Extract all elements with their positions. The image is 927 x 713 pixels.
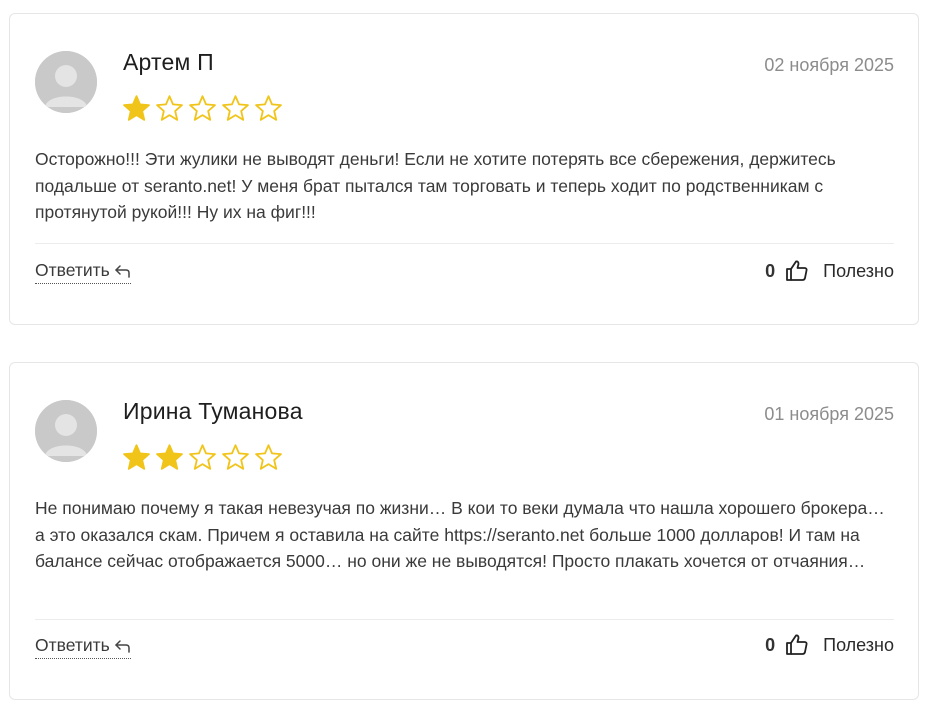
reply-button[interactable]: Ответить xyxy=(35,260,131,284)
avatar xyxy=(35,51,97,113)
divider xyxy=(35,243,894,244)
thumbs-up-icon[interactable] xyxy=(785,259,809,283)
thumbs-up-icon[interactable] xyxy=(785,633,809,657)
review-author-name: Ирина Туманова xyxy=(123,398,303,424)
star-rating xyxy=(122,94,283,123)
reply-label: Ответить xyxy=(35,635,110,655)
helpful-count: 0 xyxy=(765,634,776,655)
helpful-section: 0 Полезно xyxy=(765,259,894,283)
star-empty-icon xyxy=(189,95,216,121)
review-date: 01 ноября 2025 xyxy=(764,404,894,424)
reply-button[interactable]: Ответить xyxy=(35,635,131,659)
review-card: Ирина Туманова 01 ноября 2025 Не понимаю… xyxy=(9,362,919,700)
review-card: Артем П 02 ноября 2025 Осторожно!!! Эти … xyxy=(9,13,919,325)
star-empty-icon xyxy=(156,95,183,121)
helpful-count: 0 xyxy=(765,260,776,281)
helpful-button[interactable]: Полезно xyxy=(823,261,894,282)
star-filled-icon xyxy=(123,444,150,470)
review-text: Не понимаю почему я такая невезучая по ж… xyxy=(35,498,885,571)
avatar xyxy=(35,400,97,462)
star-empty-icon xyxy=(189,444,216,470)
star-filled-icon xyxy=(123,95,150,121)
star-empty-icon xyxy=(255,444,282,470)
user-placeholder-icon xyxy=(35,400,97,462)
star-empty-icon xyxy=(222,444,249,470)
reply-label: Ответить xyxy=(35,260,110,280)
review-date: 02 ноября 2025 xyxy=(764,55,894,75)
reply-arrow-icon xyxy=(115,264,130,278)
divider xyxy=(35,619,894,620)
reply-arrow-icon xyxy=(115,639,130,653)
star-empty-icon xyxy=(255,95,282,121)
star-rating xyxy=(122,443,283,472)
user-placeholder-icon xyxy=(35,51,97,113)
helpful-button[interactable]: Полезно xyxy=(823,635,894,656)
star-filled-icon xyxy=(156,444,183,470)
review-author-name: Артем П xyxy=(123,49,214,75)
helpful-section: 0 Полезно xyxy=(765,633,894,657)
review-text: Осторожно!!! Эти жулики не выводят деньг… xyxy=(35,149,836,222)
star-empty-icon xyxy=(222,95,249,121)
